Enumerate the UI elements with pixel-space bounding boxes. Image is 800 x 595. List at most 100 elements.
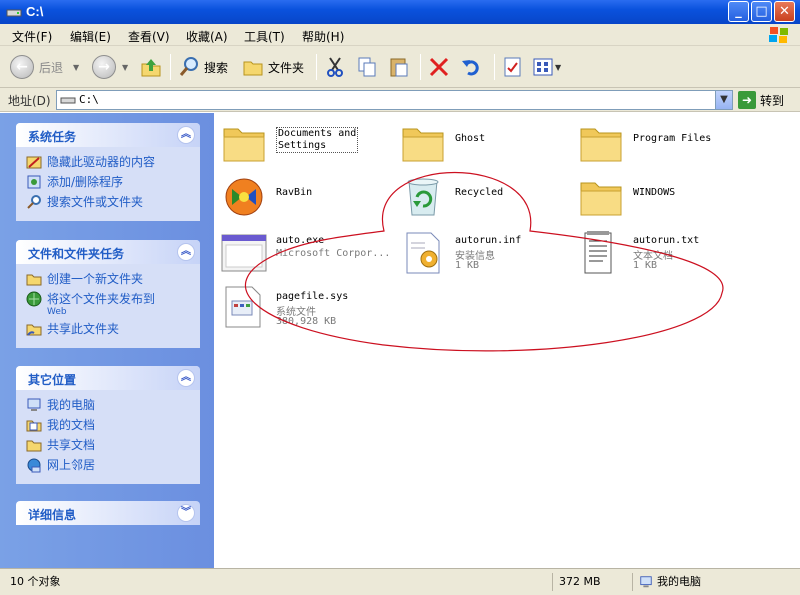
views-dropdown-icon[interactable]: ▼ <box>555 63 561 72</box>
menu-tools[interactable]: 工具(T) <box>244 28 285 45</box>
search-button[interactable]: 搜索 <box>178 53 228 81</box>
file-tasks-panel: 文件和文件夹任务 ︽ 创建一个新文件夹 将这个文件夹发布到 Web 共享此文件夹 <box>16 240 200 348</box>
menu-favorites[interactable]: 收藏(A) <box>186 28 228 45</box>
file-item-ravbin[interactable]: RavBin <box>220 173 390 221</box>
computer-icon <box>27 398 41 411</box>
folder-icon <box>402 128 444 162</box>
file-size: 1 KB <box>455 260 480 271</box>
minimize-button[interactable]: _ <box>728 1 749 22</box>
status-size: 372 MB <box>552 573 630 591</box>
file-item-program-files[interactable]: Program Files <box>577 119 747 167</box>
panel-title: 详细信息 <box>28 508 77 522</box>
views-icon <box>533 58 553 76</box>
title-bar: C:\ _ □ ✕ <box>0 0 800 24</box>
scissors-icon <box>327 57 343 77</box>
documents-folder-icon <box>26 420 42 432</box>
add-remove-icon <box>27 175 41 189</box>
status-bar: 10 个对象 372 MB 我的电脑 <box>0 568 800 595</box>
chevron-up-icon[interactable]: ︽ <box>177 243 195 261</box>
search-label: 搜索 <box>204 60 229 75</box>
system-tasks-header[interactable]: 系统任务 ︽ <box>16 123 200 147</box>
drive-icon <box>60 97 76 104</box>
chevron-up-icon[interactable]: ︽ <box>177 369 195 387</box>
chevron-up-icon[interactable]: ︽ <box>177 126 195 144</box>
menu-help[interactable]: 帮助(H) <box>302 28 344 45</box>
file-name: Documents and Settings <box>276 127 359 153</box>
new-folder-icon <box>26 274 42 286</box>
file-type: Microsoft Corpor... <box>276 248 391 259</box>
menu-file[interactable]: 文件(F) <box>12 28 52 45</box>
new-folder-link[interactable]: 创建一个新文件夹 <box>26 270 192 290</box>
details-header[interactable]: 详细信息 ︾ <box>16 501 200 525</box>
views-button[interactable]: ▼ <box>532 53 561 81</box>
add-remove-programs-link[interactable]: 添加/删除程序 <box>26 173 192 193</box>
status-object-count: 10 个对象 <box>10 575 61 588</box>
address-input[interactable]: C:\ ▼ <box>56 90 733 110</box>
shared-documents-link[interactable]: 共享文档 <box>26 436 192 456</box>
shared-folder-icon <box>26 440 42 452</box>
file-size: 1 KB <box>633 260 658 271</box>
menu-bar: 文件(F) 编辑(E) 查看(V) 收藏(A) 工具(T) 帮助(H) <box>0 24 800 46</box>
my-computer-link[interactable]: 我的电脑 <box>26 396 192 416</box>
forward-arrow-icon: → <box>92 55 116 79</box>
network-icon <box>27 458 41 473</box>
properties-icon <box>504 57 521 77</box>
up-folder-button[interactable] <box>140 53 162 81</box>
file-name: Ghost <box>455 133 486 144</box>
system-file-icon <box>225 286 261 328</box>
hide-drive-contents-link[interactable]: 隐藏此驱动器的内容 <box>26 153 192 173</box>
publish-web-link[interactable]: 将这个文件夹发布到 Web <box>26 290 192 320</box>
file-item-ghost[interactable]: Ghost <box>399 119 569 167</box>
other-places-header[interactable]: 其它位置 ︽ <box>16 366 200 390</box>
network-places-link[interactable]: 网上邻居 <box>26 456 192 476</box>
properties-button[interactable] <box>502 53 524 81</box>
file-item-auto-exe[interactable]: auto.exe Microsoft Corpor... <box>220 229 390 277</box>
folders-label: 文件夹 <box>268 60 305 75</box>
menu-view[interactable]: 查看(V) <box>128 28 170 45</box>
file-item-autorun-inf[interactable]: autorun.inf 安装信息 1 KB <box>399 229 569 277</box>
file-name: WINDOWS <box>633 187 676 198</box>
delete-x-icon <box>429 57 449 77</box>
file-tasks-header[interactable]: 文件和文件夹任务 ︽ <box>16 240 200 264</box>
file-item-autorun-txt[interactable]: autorun.txt 文本文档 1 KB <box>577 229 747 277</box>
folder-icon <box>223 128 265 162</box>
file-item-pagefile-sys[interactable]: pagefile.sys 系统文件 380,928 KB <box>220 283 390 331</box>
chevron-down-icon[interactable]: ︾ <box>177 504 195 522</box>
file-name: Program Files <box>633 133 712 144</box>
undo-button[interactable] <box>460 53 482 81</box>
ravbin-folder-icon <box>225 178 263 216</box>
system-tasks-panel: 系统任务 ︽ 隐藏此驱动器的内容 添加/删除程序 搜索文件或文件夹 <box>16 123 200 221</box>
file-name: auto.exe <box>276 235 325 246</box>
file-item-documents-and-settings[interactable]: Documents and Settings <box>220 119 390 167</box>
panel-title: 其它位置 <box>28 373 77 387</box>
file-item-recycled[interactable]: Recycled <box>399 173 569 221</box>
folders-button[interactable]: 文件夹 <box>242 53 304 81</box>
search-icon <box>27 195 41 209</box>
copy-button[interactable] <box>356 53 378 81</box>
paste-button[interactable] <box>388 53 410 81</box>
file-item-windows[interactable]: WINDOWS <box>577 173 747 221</box>
my-documents-link[interactable]: 我的文档 <box>26 416 192 436</box>
paste-icon <box>390 58 408 77</box>
file-name: autorun.inf <box>455 235 522 246</box>
go-label: 转到 <box>760 93 785 108</box>
forward-dropdown-icon[interactable]: ▼ <box>122 63 128 72</box>
close-button[interactable]: ✕ <box>774 1 795 22</box>
folders-icon <box>243 61 263 76</box>
cut-button[interactable] <box>324 53 346 81</box>
share-folder-link[interactable]: 共享此文件夹 <box>26 320 192 340</box>
task-pane: 系统任务 ︽ 隐藏此驱动器的内容 添加/删除程序 搜索文件或文件夹 文件和文件夹… <box>0 113 214 568</box>
forward-button[interactable]: → ▼ <box>92 53 128 81</box>
back-label: 后退 <box>39 60 64 75</box>
file-size: 380,928 KB <box>276 316 337 327</box>
back-button[interactable]: ← 后退 ▼ <box>10 53 79 81</box>
maximize-button[interactable]: □ <box>751 1 772 22</box>
search-files-link[interactable]: 搜索文件或文件夹 <box>26 193 192 213</box>
go-button[interactable]: ➜ 转到 <box>738 90 784 110</box>
back-dropdown-icon[interactable]: ▼ <box>73 63 79 72</box>
address-dropdown-icon[interactable]: ▼ <box>715 91 732 109</box>
menu-edit[interactable]: 编辑(E) <box>70 28 111 45</box>
delete-button[interactable] <box>428 53 450 81</box>
drive-icon <box>6 9 22 17</box>
windows-logo-icon <box>769 27 788 43</box>
